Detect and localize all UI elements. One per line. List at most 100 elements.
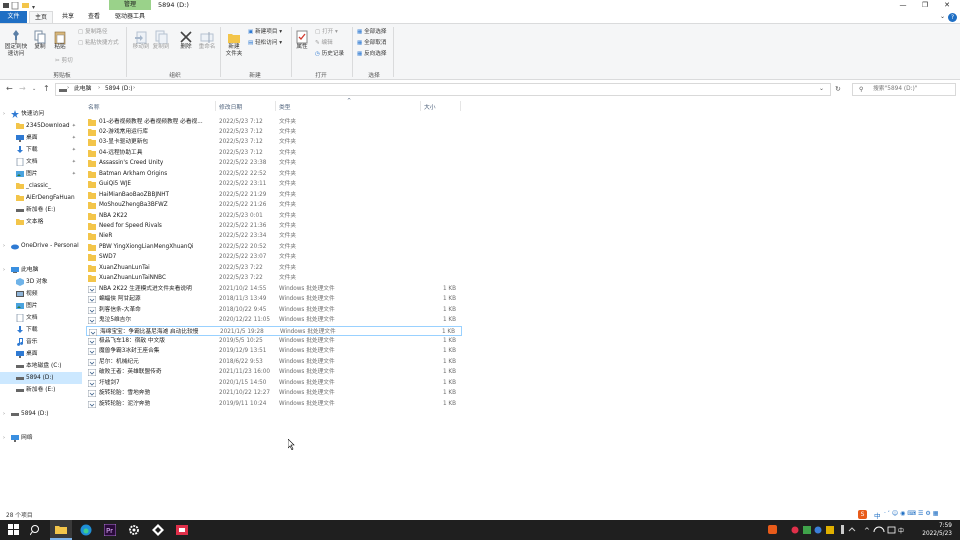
tab-drive-tools[interactable]: 驱动器工具 (110, 11, 150, 23)
file-row[interactable]: 02-游戏常用运行库 2022/5/23 7:12 文件夹 (86, 127, 462, 138)
nav-item[interactable]: 下载 (0, 324, 82, 336)
taskbar-file-explorer[interactable] (50, 520, 72, 540)
file-row[interactable]: PBW YingXiongLianMengXhuanQi 2022/5/22 20… (86, 242, 462, 253)
file-row[interactable]: 蝙蝠侠 阿甘起源 2018/11/3 13:49 Windows 批处理文件 1 KB (86, 294, 462, 305)
file-row[interactable]: 旋转轮胎：泥泞奔驰 2019/9/11 10:24 Windows 批处理文件 1 K… (86, 399, 462, 410)
back-arrow-icon[interactable]: ← (6, 84, 13, 94)
media-app-icon[interactable] (176, 524, 188, 536)
file-row[interactable]: NBA 2K22 生涯模式进文件夹看说明 2021/10/2 14:55 Windo… (86, 284, 462, 295)
nav-item[interactable]: 下载 ✦ (0, 144, 82, 156)
quick-access-toolbar[interactable]: ▾ (3, 2, 37, 10)
file-row[interactable]: Assassin's Creed Unity 2022/5/22 23:38 文件夹 (86, 158, 462, 169)
minimize-button[interactable]: — (892, 0, 914, 11)
tab-home[interactable]: 主页 (29, 11, 53, 23)
file-row[interactable]: 尼尔：机械纪元 2018/6/22 9:53 Windows 批处理文件 1 KB (86, 357, 462, 368)
invert-selection-button[interactable]: ▦ 反向选择 (357, 51, 386, 58)
column-name[interactable]: 名称 (88, 102, 100, 111)
move-to-button[interactable]: 移动到 (131, 30, 151, 51)
nav-item[interactable]: 音乐 (0, 336, 82, 348)
breadcrumb-this-pc[interactable]: 此电脑 (74, 85, 91, 94)
tab-file[interactable]: 文件 (0, 11, 27, 23)
refresh-icon[interactable]: ↻ (835, 84, 841, 94)
rename-button[interactable]: 重命名 (197, 30, 217, 51)
tab-view[interactable]: 查看 (82, 11, 106, 23)
column-type[interactable]: 类型 (279, 102, 291, 111)
tray-status-icons[interactable]: ^ 中 (864, 524, 908, 536)
select-all-button[interactable]: ▦ 全部选择 (357, 29, 386, 36)
nav-item[interactable]: 文本格 (0, 216, 82, 228)
close-button[interactable]: ✕ (936, 0, 958, 11)
file-row[interactable]: 04-远程协助工具 2022/5/23 7:12 文件夹 (86, 148, 462, 159)
file-row[interactable]: HaiMianBaoBaoZBBJNHT 2022/5/22 21:29 文件夹 (86, 190, 462, 201)
expand-chevron-icon[interactable]: › (3, 108, 5, 120)
copy-to-button[interactable]: 复制到 (151, 30, 171, 51)
forward-arrow-icon[interactable]: → (19, 84, 26, 94)
file-row[interactable]: Need for Speed Rivals 2022/5/22 21:36 文件夹 (86, 221, 462, 232)
nav-item[interactable]: › 5894 (D:) (0, 408, 82, 420)
new-item-button[interactable]: ▣ 新建项目 ▾ (248, 29, 282, 36)
file-row[interactable]: 旋转轮胎：雪地奔驰 2021/10/22 12:27 Windows 批处理文件 1 … (86, 388, 462, 399)
open-button[interactable]: ▢ 打开 ▾ (315, 29, 338, 36)
file-row[interactable]: 魔兽争霸3冰封王座合集 2019/12/9 13:51 Windows 批处理文件 1… (86, 346, 462, 357)
settings-gear-icon[interactable] (128, 524, 140, 536)
file-row[interactable]: 圩墟剑7 2020/1/15 14:50 Windows 批处理文件 1 KB (86, 378, 462, 389)
nav-item[interactable]: 文档 (0, 312, 82, 324)
expand-chevron-icon[interactable]: › (3, 408, 5, 420)
collapse-ribbon-icon[interactable]: ⌄ (940, 13, 945, 20)
column-divider[interactable] (275, 101, 276, 111)
file-row[interactable]: XuanZhuanLunTaiNNBC 2022/5/23 7:22 文件夹 (86, 273, 462, 284)
file-row[interactable]: XuanZhuanLunTai 2022/5/23 7:22 文件夹 (86, 263, 462, 274)
nav-item[interactable]: 新加卷 (E:) (0, 204, 82, 216)
up-arrow-icon[interactable]: ↑ (43, 84, 50, 94)
nav-item[interactable]: 文档 ✦ (0, 156, 82, 168)
ime-tools-icons[interactable]: ·ʼ☺◉⌨☰⚙▦ (884, 510, 940, 517)
file-row[interactable]: NieR 2022/5/22 23:34 文件夹 (86, 231, 462, 242)
nav-item[interactable]: 5894 (D:) (0, 372, 82, 384)
easy-access-button[interactable]: ▤ 轻松访问 ▾ (248, 40, 282, 47)
column-divider[interactable] (460, 101, 461, 111)
pin-quick-access-button[interactable]: 固定到快 速访问 (2, 30, 30, 58)
column-divider[interactable] (215, 101, 216, 111)
sogou-ime-icon[interactable]: S (858, 510, 867, 519)
nav-item[interactable]: 2345Download ✦ (0, 120, 82, 132)
paste-button[interactable]: 粘贴 (51, 30, 69, 51)
expand-chevron-icon[interactable]: › (3, 240, 5, 252)
windows-start-icon[interactable] (8, 524, 20, 536)
history-button[interactable]: ◷ 历史记录 (315, 51, 344, 58)
nav-item[interactable]: › 快速访问 (0, 108, 82, 120)
nav-item[interactable]: 图片 (0, 300, 82, 312)
paste-shortcut-button[interactable]: ▢ 粘贴快捷方式 (78, 40, 119, 47)
nav-item[interactable]: 新加卷 (E:) (0, 384, 82, 396)
file-row[interactable]: 鬼泣5维吉尔 2020/12/22 11:05 Windows 批处理文件 1 KB (86, 315, 462, 326)
copy-path-button[interactable]: ▢ 复制路径 (78, 29, 107, 36)
edit-button[interactable]: ✎ 编辑 (315, 40, 333, 47)
nav-item[interactable]: 3D 对象 (0, 276, 82, 288)
column-date[interactable]: 修改日期 (219, 102, 242, 111)
file-row[interactable]: 破败王者：英雄联盟传奇 2021/11/23 16:00 Windows 批处理文件… (86, 367, 462, 378)
restore-button[interactable]: ❐ (914, 0, 936, 11)
file-row[interactable]: 刺客信条-大革命 2018/10/22 9:45 Windows 批处理文件 1 KB (86, 305, 462, 316)
search-input[interactable]: ⚲ 搜索"5894 (D:)" (852, 83, 956, 96)
column-divider[interactable] (420, 101, 421, 111)
premiere-app-icon[interactable]: Pr (104, 524, 116, 536)
recent-locations-chevron-icon[interactable]: ⌄ (32, 84, 36, 94)
tab-share[interactable]: 共享 (56, 11, 80, 23)
file-row[interactable]: 01-必看视频教程 必看视频教程 必看视... 2022/5/23 7:12 文件夹 (86, 117, 462, 128)
select-none-button[interactable]: ▦ 全部取消 (357, 40, 386, 47)
address-bar[interactable]: › 此电脑 › 5894 (D:) › ⌄ (55, 83, 831, 96)
nav-item[interactable]: › 此电脑 (0, 264, 82, 276)
file-row[interactable]: Batman Arkham Origins 2022/5/22 22:52 文件夹 (86, 169, 462, 180)
manage-context-tab[interactable]: 管理 (109, 0, 151, 10)
file-row[interactable]: MoShouZhengBa3BFWZ 2022/5/22 21:26 文件夹 (86, 200, 462, 211)
nav-item[interactable]: 图片 ✦ (0, 168, 82, 180)
breadcrumb-drive[interactable]: 5894 (D:) (105, 85, 133, 94)
system-tray-icons[interactable] (768, 524, 858, 536)
file-row[interactable]: 海绵宝宝：争霸比基尼海滩 启动比较慢 2021/1/5 19:28 Windows … (86, 325, 462, 336)
help-icon[interactable]: ? (948, 13, 957, 22)
nav-item[interactable]: › OneDrive - Personal (0, 240, 82, 252)
taskbar-clock[interactable]: 7:59 2022/5/23 (922, 522, 952, 538)
ime-mode[interactable]: 中 (874, 510, 881, 520)
network-hub-icon[interactable] (152, 524, 164, 536)
nav-item[interactable]: › 网络 (0, 432, 82, 444)
delete-button[interactable]: 删除 (176, 30, 196, 51)
